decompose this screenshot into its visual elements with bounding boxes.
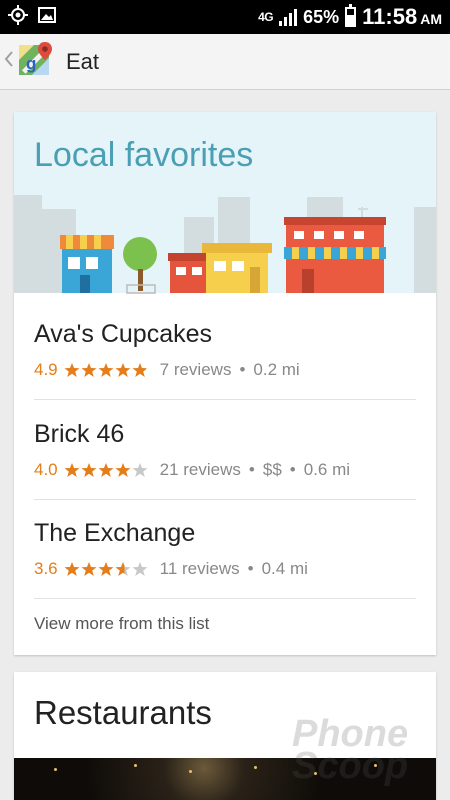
up-navigation-button[interactable]: g (0, 34, 54, 89)
status-bar: 4G 65% 11:58 AM (0, 0, 450, 34)
star-icon (81, 363, 97, 377)
clock-time: 11:58 (362, 4, 418, 29)
star-icon (115, 463, 131, 477)
google-maps-icon: g (18, 41, 54, 82)
separator-dot: • (248, 460, 255, 479)
separator-dot: • (247, 559, 254, 578)
star-rating (64, 362, 148, 378)
star-icon (115, 562, 131, 576)
battery-icon (345, 4, 357, 27)
star-icon (115, 363, 131, 377)
place-meta: 4.9 7 reviews • 0.2 mi (34, 360, 300, 380)
place-distance: 0.2 mi (253, 360, 300, 379)
network-type-label: 4G (258, 10, 274, 24)
place-price: $$ (262, 460, 282, 479)
place-rating: 3.6 (34, 559, 58, 578)
restaurants-title: Restaurants (34, 694, 212, 731)
clock-ampm: AM (420, 11, 442, 27)
place-reviews: 11 reviews (159, 559, 240, 578)
star-icon (132, 562, 148, 576)
place-rating: 4.9 (34, 360, 58, 379)
signal-icon (279, 8, 298, 26)
local-favorites-card: Local favorites Ava's Cupcakes 4.9 7 rev… (14, 112, 436, 655)
place-distance: 0.4 mi (261, 559, 308, 578)
place-distance: 0.6 mi (303, 460, 351, 479)
place-meta: 3.6 11 reviews • 0.4 mi (34, 559, 308, 579)
svg-text:g: g (26, 54, 36, 73)
place-row-ava[interactable]: Ava's Cupcakes 4.9 7 reviews • 0.2 mi (34, 302, 416, 400)
place-rating: 4.0 (34, 460, 58, 479)
place-row-brick[interactable]: Brick 46 4.0 21 reviews • $$ • 0.6 mi (34, 402, 416, 500)
star-icon (64, 562, 80, 576)
star-icon (98, 463, 114, 477)
star-icon (81, 562, 97, 576)
place-name: The Exchange (34, 519, 196, 547)
separator-dot: • (289, 460, 296, 479)
app-bar: g Eat (0, 34, 450, 90)
page-title: Eat (66, 48, 100, 74)
favorites-banner: Local favorites (14, 112, 436, 295)
image-icon (38, 6, 56, 28)
location-crosshair-icon (8, 4, 28, 30)
favorites-title: Local favorites (34, 136, 254, 174)
watermark: Phone Scoop (292, 715, 409, 788)
star-icon (132, 463, 148, 477)
star-icon (98, 562, 114, 576)
star-rating (64, 462, 148, 478)
clock: 11:58 AM (362, 4, 442, 30)
chevron-left-icon (4, 50, 18, 73)
view-more-link[interactable]: View more from this list (34, 600, 416, 648)
star-icon (64, 363, 80, 377)
place-reviews: 21 reviews (159, 460, 241, 479)
place-name: Ava's Cupcakes (34, 320, 213, 348)
place-reviews: 7 reviews (159, 360, 232, 379)
star-icon (98, 363, 114, 377)
battery-percent: 65% (303, 6, 340, 27)
star-icon (81, 463, 97, 477)
storefront-illustration (14, 195, 436, 295)
star-icon (64, 463, 80, 477)
separator-dot: • (239, 360, 246, 379)
watermark-line-2: Scoop (292, 745, 409, 788)
place-row-exchange[interactable]: The Exchange 3.6 11 reviews • 0.4 mi (34, 501, 416, 599)
star-rating (64, 561, 148, 577)
star-icon (132, 363, 148, 377)
place-name: Brick 46 (34, 420, 125, 448)
place-meta: 4.0 21 reviews • $$ • 0.6 mi (34, 460, 350, 480)
